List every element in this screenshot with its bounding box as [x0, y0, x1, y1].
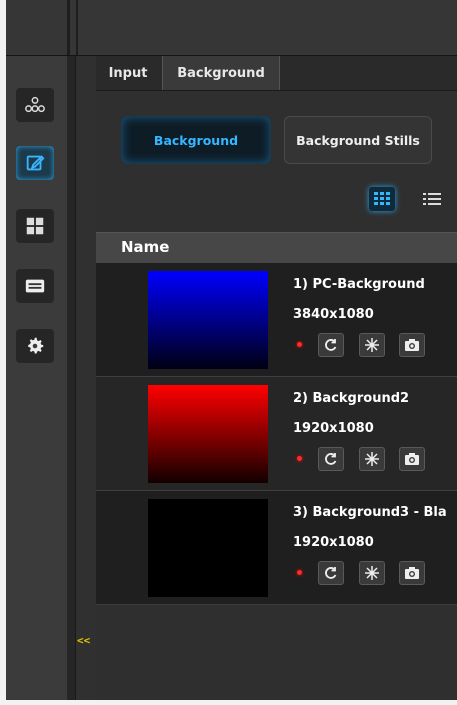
sidebar-keyboard-button[interactable] — [16, 269, 54, 303]
sidebar-settings-button[interactable] — [16, 329, 54, 363]
refresh-icon — [325, 453, 337, 465]
capture-button[interactable] — [399, 561, 425, 585]
network-icon — [25, 96, 45, 113]
sidebar-network-button[interactable] — [16, 88, 54, 122]
tab-input[interactable]: Input — [99, 56, 157, 90]
background-row[interactable]: 3) Background3 - Bla 1920x1080 — [96, 491, 457, 605]
window-edge-bottom — [0, 700, 457, 705]
panel-rail — [75, 56, 97, 700]
background-stills-button[interactable]: Background Stills — [284, 116, 432, 164]
refresh-button[interactable] — [318, 333, 344, 357]
refresh-button[interactable] — [318, 561, 344, 585]
sidebar-edit-button[interactable] — [16, 146, 54, 180]
background-title: 2) Background2 — [293, 391, 410, 406]
collapse-panel-button[interactable]: << — [77, 634, 95, 650]
refresh-icon — [325, 567, 337, 579]
grid-view-icon — [374, 192, 390, 205]
list-view-icon — [423, 193, 441, 205]
list-header: Name — [96, 232, 457, 264]
layout-grid-icon — [26, 217, 44, 235]
camera-icon — [405, 453, 419, 465]
background-row[interactable]: 1) PC-Background 3840x1080 — [96, 263, 457, 377]
capture-button[interactable] — [399, 447, 425, 471]
refresh-button[interactable] — [318, 447, 344, 471]
status-dot — [297, 456, 302, 461]
freeze-button[interactable] — [359, 333, 385, 357]
main-panel: Input Background Background Background S… — [96, 56, 457, 700]
sidebar — [6, 56, 67, 700]
edit-icon — [26, 155, 45, 171]
gear-icon — [28, 337, 44, 354]
refresh-icon — [325, 339, 337, 351]
background-resolution: 1920x1080 — [293, 421, 374, 436]
tab-bar: Input Background — [96, 56, 457, 91]
background-resolution: 3840x1080 — [293, 307, 374, 322]
sidebar-layout-button[interactable] — [16, 209, 54, 243]
tab-background[interactable]: Background — [162, 56, 280, 90]
name-column-header[interactable]: Name — [121, 238, 169, 256]
status-dot — [297, 570, 302, 575]
background-thumbnail — [148, 385, 268, 483]
freeze-icon — [365, 338, 379, 352]
background-mode-button[interactable]: Background — [121, 116, 271, 164]
freeze-icon — [365, 452, 379, 466]
capture-button[interactable] — [399, 333, 425, 357]
background-row[interactable]: 2) Background2 1920x1080 — [96, 377, 457, 491]
background-thumbnail — [148, 499, 268, 597]
freeze-button[interactable] — [359, 447, 385, 471]
background-title: 1) PC-Background — [293, 277, 425, 292]
list-view-button[interactable] — [419, 187, 445, 211]
camera-icon — [405, 567, 419, 579]
keyboard-icon — [25, 279, 45, 293]
top-toolbar — [6, 0, 457, 56]
camera-icon — [405, 339, 419, 351]
sidebar-divider — [67, 56, 75, 700]
grid-view-button[interactable] — [369, 187, 395, 211]
background-resolution: 1920x1080 — [293, 535, 374, 550]
background-thumbnail — [148, 271, 268, 369]
status-dot — [297, 342, 302, 347]
freeze-button[interactable] — [359, 561, 385, 585]
background-title: 3) Background3 - Bla — [293, 505, 447, 520]
freeze-icon — [365, 566, 379, 580]
